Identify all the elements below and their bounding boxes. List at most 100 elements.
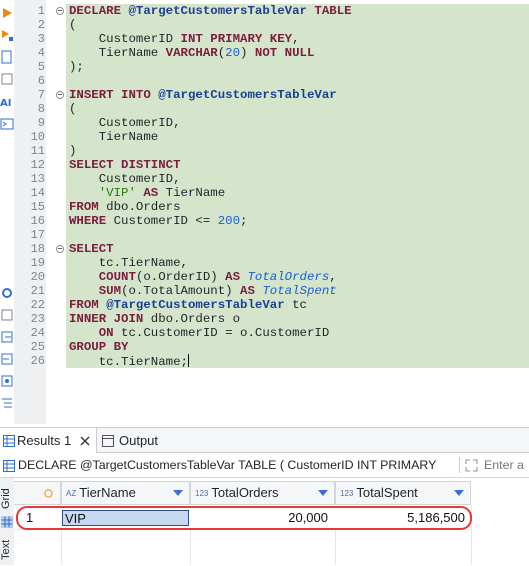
code-token: @TargetCustomersTableVar	[158, 88, 337, 102]
column-header-totalorders[interactable]: 123 TotalOrders	[190, 481, 335, 505]
code-token: TotalSpent	[262, 284, 337, 298]
code-line[interactable]: 8(	[0, 102, 529, 116]
code-lines[interactable]: 1 DECLARE @TargetCustomersTableVar TABLE 2…	[0, 4, 529, 369]
line-number: 2	[37, 18, 45, 32]
line-number: 18	[30, 242, 45, 256]
line-number: 21	[30, 284, 45, 298]
tab-output[interactable]: Output	[97, 428, 177, 453]
fold-toggle-icon[interactable]	[56, 7, 64, 15]
code-token: 'VIP'	[98, 186, 136, 200]
query-summary-text: DECLARE @TargetCustomersTableVar TABLE (…	[18, 458, 437, 472]
output-icon	[102, 435, 114, 447]
code-line[interactable]: 5);	[0, 60, 529, 74]
expand-icon[interactable]	[465, 459, 478, 472]
code-line[interactable]: 21 SUM(o.TotalAmount) AS TotalSpent	[0, 284, 529, 298]
outline-icon[interactable]	[0, 396, 14, 410]
code-token: INSERT INTO	[69, 88, 159, 102]
code-token: COUNT	[98, 270, 136, 284]
code-text: CustomerID,	[69, 116, 181, 130]
results-grid[interactable]: AZ TierName 123 TotalOrders 123 TotalSpent …	[14, 478, 529, 565]
code-text: (	[69, 102, 76, 116]
grid-view-icon[interactable]	[1, 516, 13, 528]
code-text: );	[69, 60, 84, 74]
line-number: 26	[30, 354, 45, 368]
grid-view-tab[interactable]: Grid	[0, 482, 14, 516]
line-number: 6	[37, 74, 45, 88]
code-text: COUNT(o.OrderID) AS TotalOrders,	[69, 270, 337, 284]
text-view-tab[interactable]: Text	[0, 534, 14, 566]
code-line[interactable]: 23 INNER JOIN dbo.Orders o	[0, 312, 529, 326]
code-line[interactable]: 3 CustomerID INT PRIMARY KEY,	[0, 32, 529, 46]
code-token: GROUP BY	[69, 340, 129, 354]
fold-toggle-icon[interactable]	[56, 91, 64, 99]
code-text: (	[69, 18, 76, 32]
code-line[interactable]: 22 FROM @TargetCustomersTableVar tc	[0, 298, 529, 312]
code-line[interactable]: 17	[0, 228, 529, 242]
chevron-down-icon[interactable]	[173, 490, 183, 496]
row-highlight-annotation	[16, 506, 472, 530]
code-line[interactable]: 24 ON tc.CustomerID = o.CustomerID	[0, 326, 529, 340]
code-token: TierName	[69, 46, 166, 60]
code-text: tc.TierName;	[69, 354, 189, 369]
code-line[interactable]: 12 SELECT DISTINCT	[0, 158, 529, 172]
code-token: dbo.Orders	[98, 200, 181, 214]
code-line[interactable]: 11)	[0, 144, 529, 158]
code-text: SELECT DISTINCT	[69, 158, 181, 172]
code-line[interactable]: 9 CustomerID,	[0, 116, 529, 130]
line-number: 19	[30, 256, 45, 270]
tab-results-1[interactable]: Results 1	[0, 428, 97, 453]
code-token: (	[69, 18, 77, 32]
code-line[interactable]: 18 SELECT	[0, 242, 529, 256]
number-type-icon: 123	[195, 489, 209, 498]
line-number: 22	[30, 298, 45, 312]
explain-icon[interactable]	[0, 374, 14, 388]
code-line[interactable]: 20 COUNT(o.OrderID) AS TotalOrders,	[0, 270, 529, 284]
code-token: SELECT DISTINCT	[69, 158, 181, 172]
code-token: CustomerID,	[69, 172, 181, 186]
line-number: 1	[37, 4, 45, 18]
code-text: ON tc.CustomerID = o.CustomerID	[69, 326, 330, 340]
code-line[interactable]: 16 WHERE CustomerID <= 200;	[0, 214, 529, 228]
code-token: 200	[217, 214, 241, 228]
code-line[interactable]: 19 tc.TierName,	[0, 256, 529, 270]
line-number: 7	[37, 88, 45, 102]
code-line[interactable]: 13 CustomerID,	[0, 172, 529, 186]
code-line[interactable]: 6	[0, 74, 529, 88]
code-token: )	[69, 144, 77, 158]
line-number: 4	[37, 46, 45, 60]
code-line[interactable]: 7 INSERT INTO @TargetCustomersTableVar	[0, 88, 529, 102]
line-number: 9	[37, 116, 45, 130]
code-text: TierName VARCHAR(20) NOT NULL	[69, 46, 315, 60]
code-line[interactable]: 15 FROM dbo.Orders	[0, 200, 529, 214]
code-line[interactable]: 26 tc.TierName;	[0, 354, 529, 369]
fold-toggle-icon[interactable]	[56, 245, 64, 253]
column-header-totalspent[interactable]: 123 TotalSpent	[335, 481, 471, 505]
code-text: FROM @TargetCustomersTableVar tc	[69, 298, 307, 312]
code-line[interactable]: 1 DECLARE @TargetCustomersTableVar TABLE	[0, 4, 529, 18]
code-line[interactable]: 25 GROUP BY	[0, 340, 529, 354]
code-text: SUM(o.TotalAmount) AS TotalSpent	[69, 284, 337, 298]
chevron-down-icon[interactable]	[454, 490, 464, 496]
code-line[interactable]: 14 'VIP' AS TierName	[0, 186, 529, 200]
code-line[interactable]: 2(	[0, 18, 529, 32]
code-token: INT PRIMARY KEY	[180, 32, 293, 46]
code-token: tc	[284, 298, 307, 312]
code-token: FROM	[69, 200, 99, 214]
column-header-tiername[interactable]: AZ TierName	[61, 481, 190, 505]
tab-results-label: Results 1	[17, 433, 72, 448]
filter-input[interactable]	[484, 456, 529, 474]
close-icon[interactable]	[80, 436, 90, 446]
chevron-down-icon[interactable]	[318, 490, 328, 496]
code-line[interactable]: 10 TierName	[0, 130, 529, 144]
code-line[interactable]: 4 TierName VARCHAR(20) NOT NULL	[0, 46, 529, 60]
code-token: TotalOrders	[247, 270, 330, 284]
code-text: tc.TierName,	[69, 256, 188, 270]
code-token: ,	[329, 270, 337, 284]
line-number: 23	[30, 312, 45, 326]
column-header-label: TierName	[79, 485, 136, 500]
row-number-header[interactable]	[14, 481, 61, 505]
